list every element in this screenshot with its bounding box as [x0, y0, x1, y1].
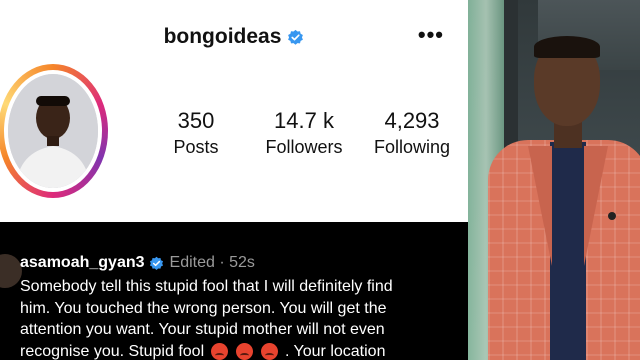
more-options-icon[interactable]: •••	[418, 24, 444, 46]
profile-avatar	[8, 74, 98, 188]
comment-line: Somebody tell this stupid fool that I wi…	[20, 278, 393, 295]
story-ring[interactable]	[0, 64, 108, 198]
verified-badge-icon	[288, 29, 304, 45]
presenter-photo	[468, 0, 640, 360]
commenter-avatar[interactable]	[0, 254, 22, 288]
stat-label: Followers	[265, 137, 343, 157]
comment-text: Somebody tell this stupid fool that I wi…	[20, 276, 470, 360]
profile-username[interactable]: bongoideas	[164, 25, 282, 49]
verified-badge-icon	[149, 256, 163, 270]
avatar-portrait-icon	[8, 74, 98, 188]
profile-stats: 350 Posts 14.7 k Followers 4,293 Followi…	[146, 108, 462, 160]
stat-following[interactable]: 4,293 Following	[362, 108, 462, 160]
presenter-shirt	[550, 142, 586, 360]
comment-line: him. You touched the wrong person. You w…	[20, 299, 387, 317]
stat-posts[interactable]: 350 Posts	[146, 108, 246, 160]
comment: asamoah_gyan3 Edited · 52s Somebody tell…	[0, 240, 470, 360]
comment-line: attention you want. Your stupid mother w…	[20, 321, 385, 338]
comment-line-part: recognise you. Stupid fool	[20, 342, 205, 360]
angry-face-icon	[236, 342, 254, 360]
comment-line: recognise you. Stupid fool . Your locati…	[20, 341, 470, 360]
comment-header: asamoah_gyan3 Edited · 52s	[20, 254, 255, 272]
presenter-lapel	[584, 146, 608, 266]
username-row: bongoideas	[0, 22, 468, 52]
presenter-hair	[534, 36, 600, 58]
stat-value: 14.7 k	[274, 108, 334, 133]
angry-face-icon	[210, 342, 228, 360]
presenter-lapel	[528, 146, 552, 266]
lapel-pin-icon	[608, 212, 616, 220]
angry-face-icon	[261, 342, 279, 360]
comment-username[interactable]: asamoah_gyan3	[20, 254, 145, 272]
stat-label: Posts	[173, 137, 219, 157]
profile-header: bongoideas ••• 350 Posts 14.7 k Follower…	[0, 0, 468, 222]
stat-label: Following	[373, 137, 451, 157]
stat-value: 350	[177, 108, 215, 133]
comment-meta: Edited · 52s	[169, 254, 255, 271]
comment-line-part: . Your location	[284, 342, 386, 360]
stat-followers[interactable]: 14.7 k Followers	[254, 108, 354, 160]
stat-value: 4,293	[384, 108, 440, 133]
